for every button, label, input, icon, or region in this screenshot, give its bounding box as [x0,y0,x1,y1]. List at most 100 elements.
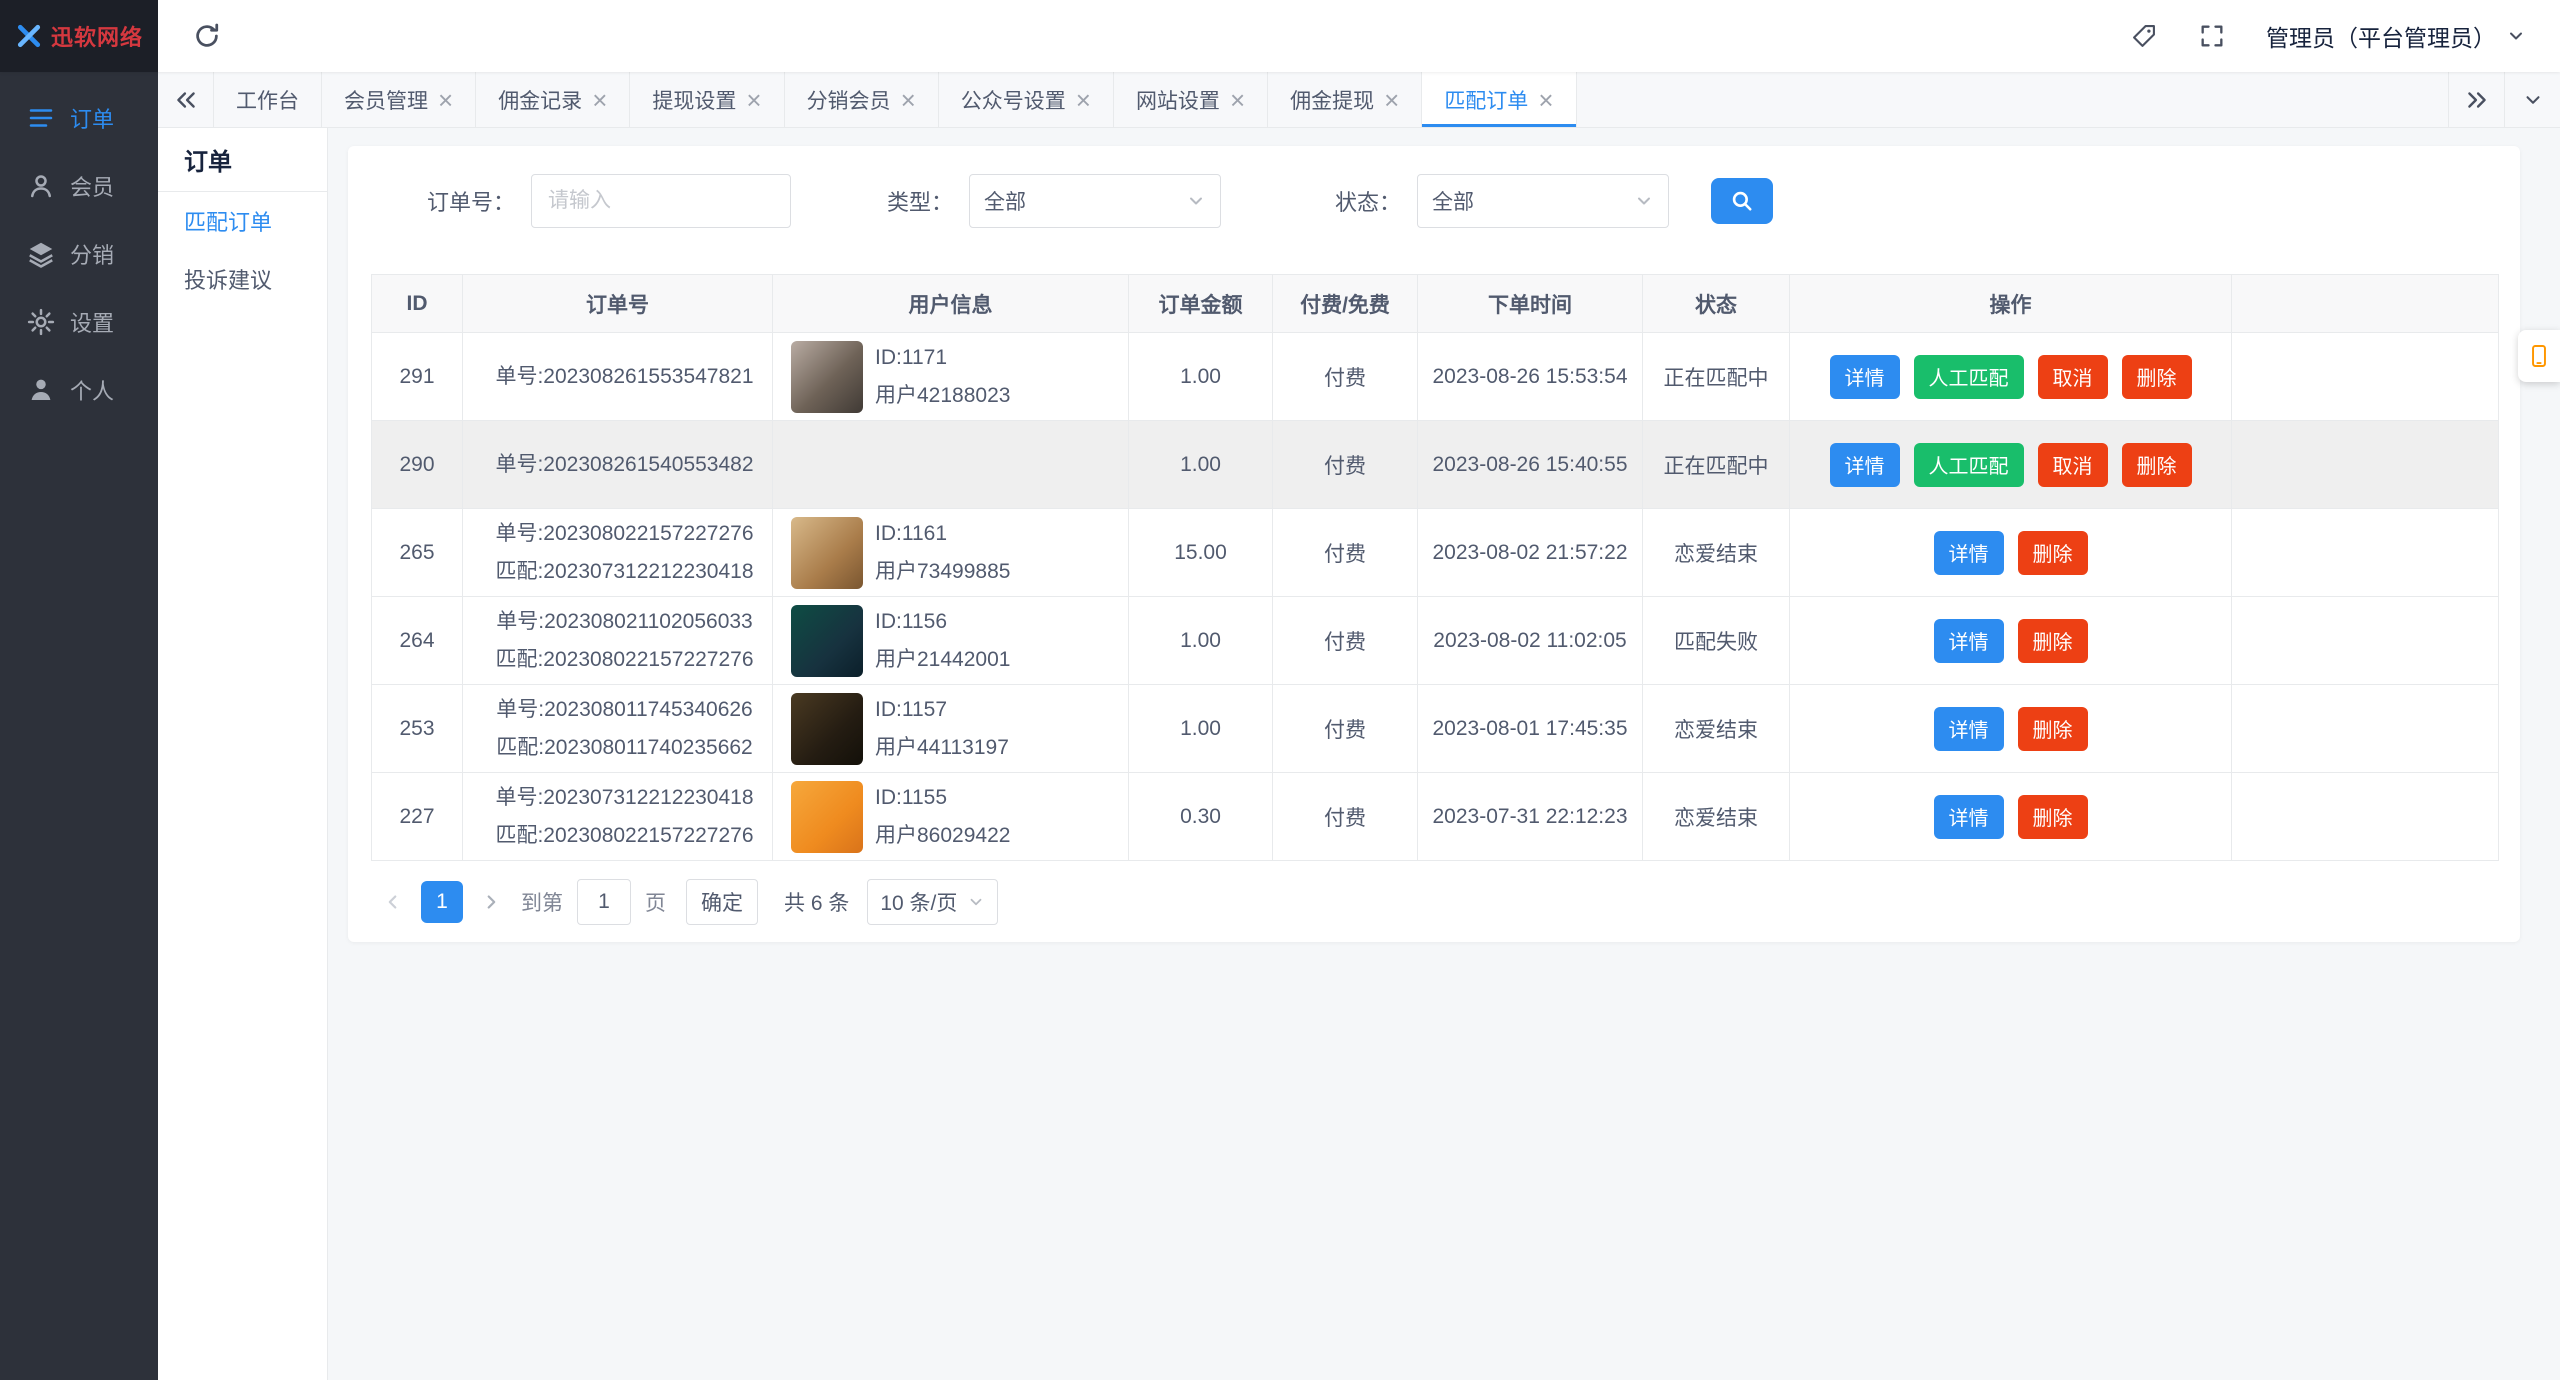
cell-order-time: 2023-08-02 11:02:05 [1417,596,1643,685]
sidebar-item-distribution[interactable]: 分销 [0,220,158,288]
detail-button[interactable]: 详情 [1933,794,2004,839]
scroll-tabs-right-button[interactable] [2448,72,2504,127]
page-size-select[interactable]: 10 条/页 [867,879,999,925]
tab-label: 公众号设置 [960,89,1066,113]
order-number: 单号:202308022157227276 [495,521,754,545]
close-icon[interactable]: × [438,87,453,113]
cell-order-no: 单号:202307312212230418 匹配:2023080221572272… [462,772,773,861]
goto-page-input[interactable] [577,879,631,925]
confirm-page-button[interactable]: 确定 [686,879,758,925]
user-name: 用户44113197 [875,735,1009,759]
order-no-input[interactable] [531,174,792,228]
fullscreen-button[interactable] [2198,22,2226,50]
delete-button[interactable]: 删除 [2017,530,2088,575]
user-avatar [791,780,863,853]
close-icon[interactable]: × [592,87,607,113]
user-menu[interactable]: 管理员（平台管理员） [2266,19,2526,53]
close-icon[interactable]: × [901,87,916,113]
order-no-label: 订单号： [427,190,516,215]
manual-match-button[interactable]: 人工匹配 [1913,354,2024,399]
fullscreen-icon [2198,22,2226,50]
page-unit-label: 页 [645,892,666,915]
cell-fee-type: 付费 [1272,508,1418,597]
cell-empty [2231,596,2499,685]
cell-empty [2231,772,2499,861]
tab-site-settings[interactable]: 网站设置 × [1114,72,1269,127]
cell-user-info [772,420,1129,509]
sidebar-item-settings[interactable]: 设置 [0,288,158,356]
prev-page-button[interactable] [371,880,415,924]
filter-bar: 订单号： 类型： 全部 状态： 全部 [371,174,2510,228]
cell-actions: 详情 删除 [1789,596,2232,685]
order-number: 单号:202308261540553482 [495,452,754,476]
tab-member-management[interactable]: 会员管理 × [322,72,477,127]
table-row: 265 单号:202308022157227276 匹配:2023073122122… [371,508,2499,597]
collapse-sidebar-button[interactable] [158,72,214,127]
delete-button[interactable]: 删除 [2017,706,2088,751]
tab-official-account-settings[interactable]: 公众号设置 × [939,72,1114,127]
order-number: 单号:202308011745340626 [496,697,753,721]
delete-button[interactable]: 删除 [2017,618,2088,663]
tag-button[interactable] [2130,22,2158,50]
delete-button[interactable]: 删除 [2121,442,2192,487]
type-label: 类型： [887,190,954,215]
status-select[interactable]: 全部 [1417,174,1670,228]
tab-withdraw-settings[interactable]: 提现设置 × [630,72,785,127]
orders-table: ID 订单号 用户信息 订单金额 付费/免费 下单时间 状态 操作 291 单号:2023082… [371,274,2499,861]
sidebar: 订单 会员 分销 设置 个人 [0,72,158,1380]
detail-button[interactable]: 详情 [1829,442,1900,487]
page-1-button[interactable]: 1 [421,881,463,923]
cell-status: 恋爱结束 [1642,684,1790,773]
refresh-button[interactable] [192,21,222,51]
cell-status: 恋爱结束 [1642,772,1790,861]
submenu-item-complaints[interactable]: 投诉建议 [158,250,327,308]
sidebar-item-members[interactable]: 会员 [0,152,158,220]
column-header: ID [371,274,463,333]
submenu: 订单 匹配订单 投诉建议 [158,128,328,1380]
sidebar-item-orders[interactable]: 订单 [0,84,158,152]
order-number: 单号:202307312212230418 [495,785,754,809]
profile-icon [26,375,56,405]
table-row: 290 单号:202308261540553482 1.00 付费 2023-08-26… [371,420,2499,509]
tab-label: 工作台 [236,89,299,113]
close-icon[interactable]: × [1384,87,1399,113]
submenu-list: 匹配订单 投诉建议 [158,192,327,308]
cell-id: 265 [371,508,463,597]
tab-label: 分销会员 [806,89,891,113]
detail-button[interactable]: 详情 [1933,618,2004,663]
cell-status: 恋爱结束 [1642,508,1790,597]
cell-amount: 1.00 [1128,684,1273,773]
delete-button[interactable]: 删除 [2017,794,2088,839]
submenu-item-match-orders[interactable]: 匹配订单 [158,192,327,250]
detail-button[interactable]: 详情 [1933,530,2004,575]
tab-distribution-members[interactable]: 分销会员 × [785,72,939,127]
type-select[interactable]: 全部 [969,174,1222,228]
next-page-button[interactable] [469,880,513,924]
cancel-button[interactable]: 取消 [2037,354,2108,399]
right-column: 工作台 会员管理 × 佣金记录 × 提现设置 × 分销会员 × 公众号设置 × 网站设置 × 佣金提现 × 匹… [158,72,2560,1380]
member-icon [26,171,56,201]
close-icon[interactable]: × [746,87,761,113]
cell-actions: 详情 人工匹配 取消 删除 [1789,420,2232,509]
tabs-menu-button[interactable] [2504,72,2560,127]
column-header: 付费/免费 [1272,274,1418,333]
close-icon[interactable]: × [1538,87,1553,113]
close-icon[interactable]: × [1230,87,1245,113]
cancel-button[interactable]: 取消 [2037,442,2108,487]
tab-label: 会员管理 [344,89,428,113]
brand-name: 迅软网络 [50,25,143,50]
close-icon[interactable]: × [1076,87,1091,113]
delete-button[interactable]: 删除 [2121,354,2192,399]
detail-button[interactable]: 详情 [1933,706,2004,751]
status-select-value: 全部 [1432,191,1475,214]
tab-commission-withdraw[interactable]: 佣金提现 × [1268,72,1423,127]
tab-match-orders[interactable]: 匹配订单 × [1422,72,1577,127]
detail-button[interactable]: 详情 [1829,354,1900,399]
chevron-down-icon [2506,26,2526,46]
tab-workbench[interactable]: 工作台 [214,72,322,127]
search-button[interactable] [1711,178,1774,224]
sidebar-item-profile[interactable]: 个人 [0,356,158,424]
tab-commission-records[interactable]: 佣金记录 × [476,72,631,127]
manual-match-button[interactable]: 人工匹配 [1913,442,2024,487]
float-widget-button[interactable] [2518,330,2560,382]
